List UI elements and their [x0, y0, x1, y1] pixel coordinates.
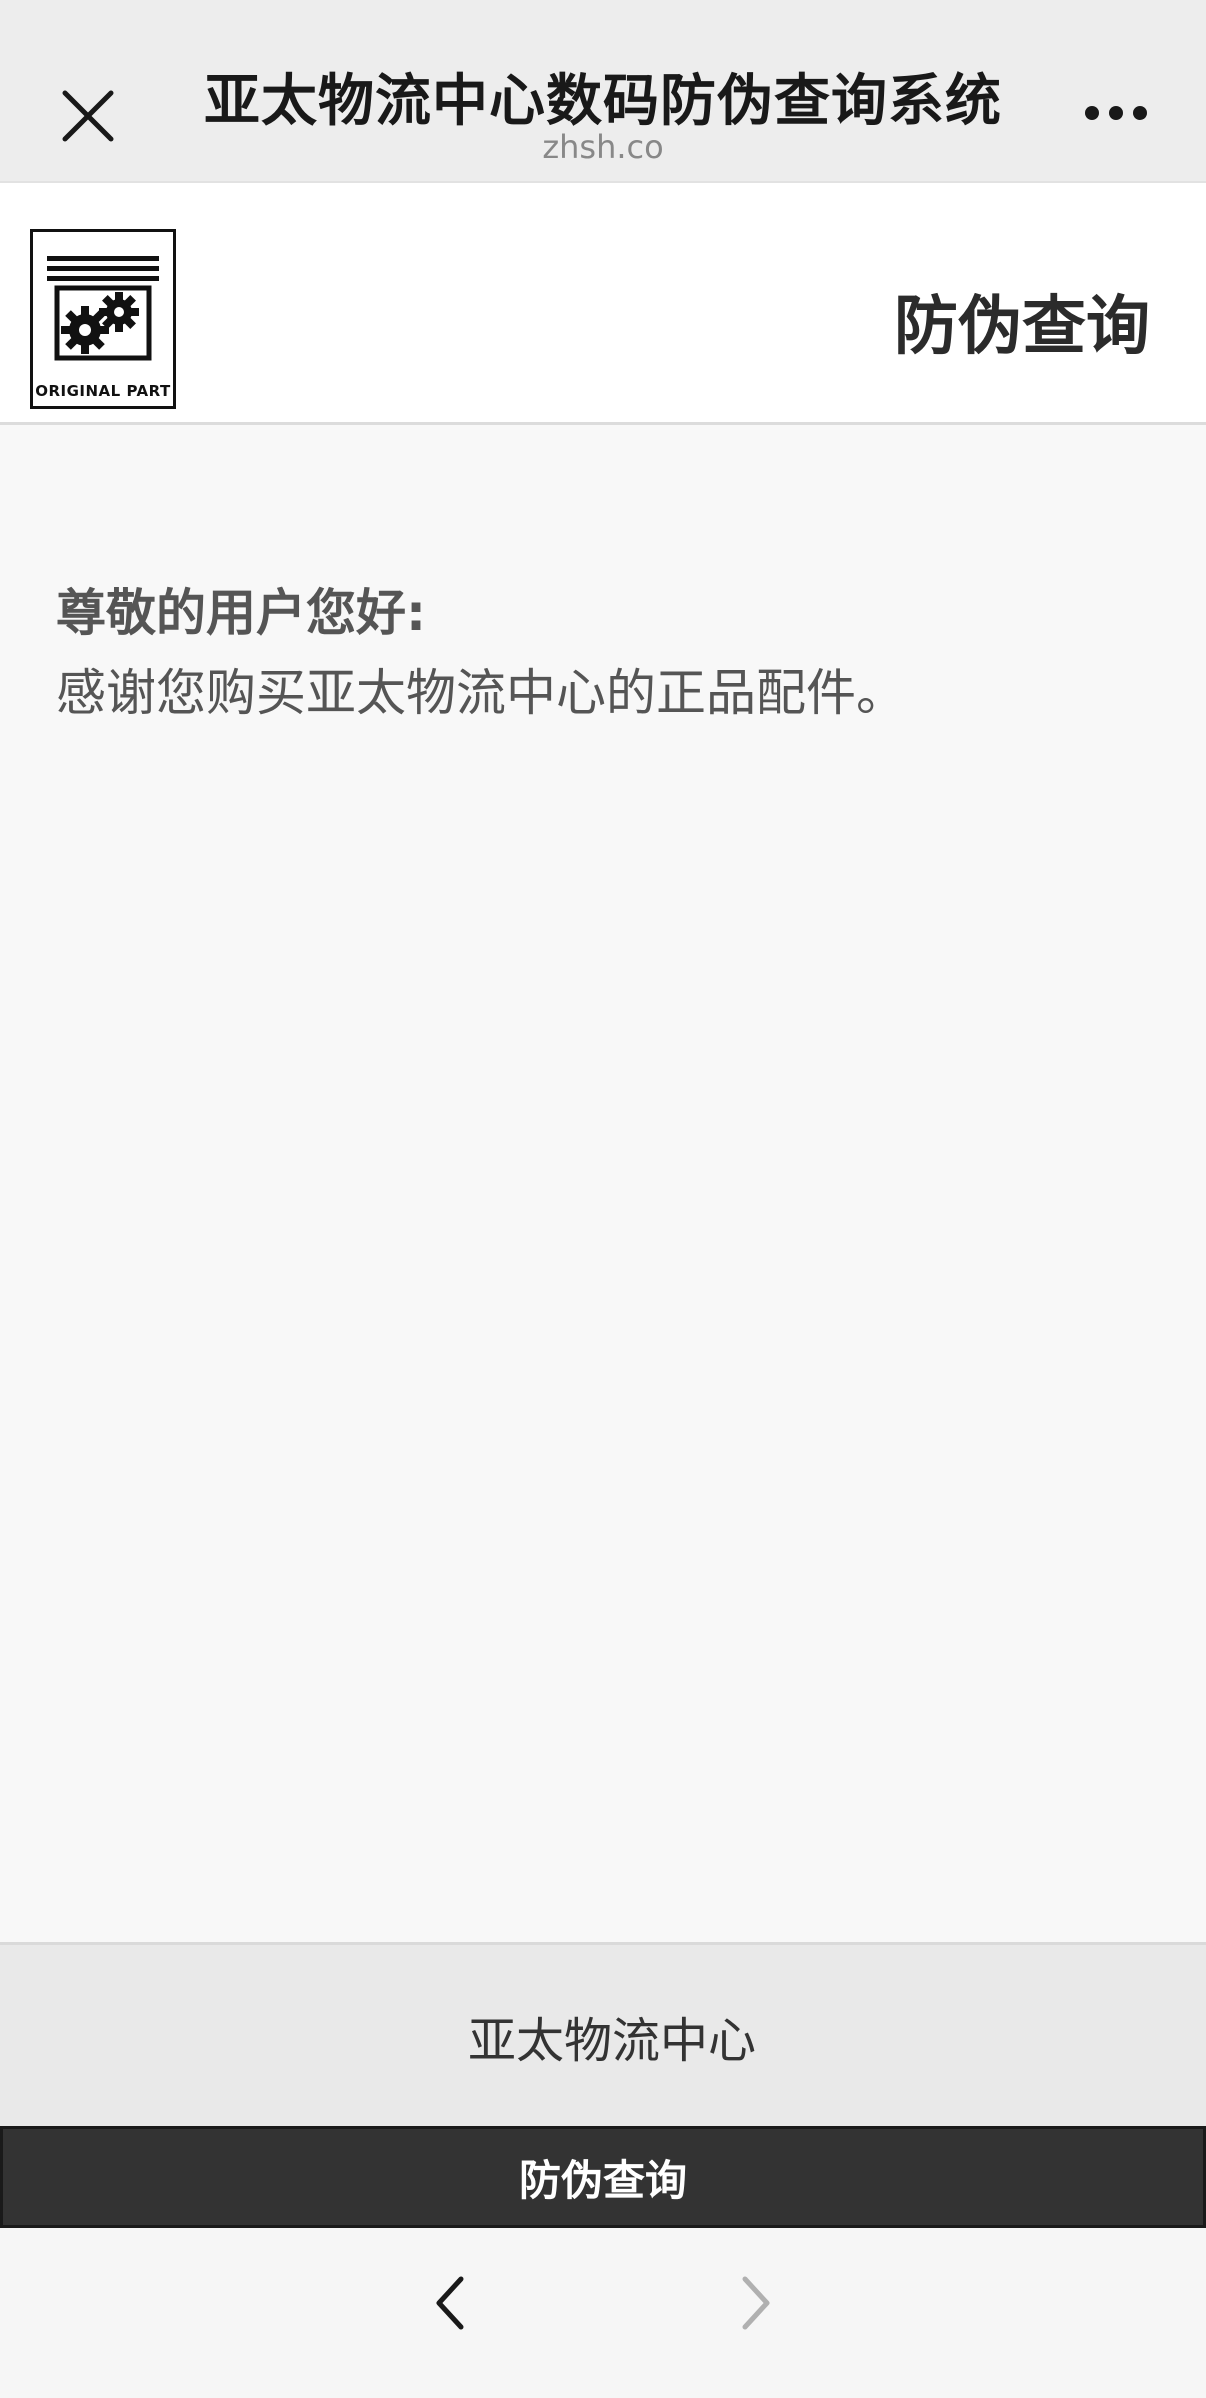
more-options-button[interactable]: [1076, 88, 1156, 138]
forward-button[interactable]: [726, 2268, 786, 2338]
more-dots-icon: [1085, 106, 1099, 120]
logo-text: ORIGINAL PART: [35, 382, 171, 400]
close-icon: [62, 90, 114, 142]
query-button-label: 防伪查询: [518, 2155, 687, 2205]
main-content: 尊敬的用户您好: 感谢您购买亚太物流中心的正品配件。: [0, 425, 1206, 1942]
browser-nav-bar: [0, 2228, 1206, 2398]
chevron-left-icon: [436, 2276, 464, 2330]
browser-top-bar: 亚太物流中心数码防伪查询系统 zhsh.co: [0, 0, 1206, 183]
more-dots-icon: [1109, 106, 1123, 120]
original-part-logo: ORIGINAL PART: [30, 229, 176, 409]
more-dots-icon: [1133, 106, 1147, 120]
footer-brand: 亚太物流中心: [0, 1942, 1206, 2126]
close-button[interactable]: [50, 78, 126, 154]
thanks-text: 感谢您购买亚太物流中心的正品配件。: [56, 664, 906, 722]
page-title: 亚太物流中心数码防伪查询系统: [204, 69, 1002, 134]
gears-icon: [47, 256, 159, 361]
greeting-text: 尊敬的用户您好:: [56, 584, 426, 642]
chevron-right-icon: [742, 2276, 770, 2330]
footer-brand-label: 亚太物流中心: [467, 2012, 756, 2069]
back-button[interactable]: [420, 2268, 480, 2338]
site-header: ORIGINAL PART 防伪查询: [0, 183, 1206, 425]
page-domain: zhsh.co: [542, 128, 664, 166]
anti-counterfeit-query-button[interactable]: 防伪查询: [0, 2126, 1206, 2228]
section-heading: 防伪查询: [894, 290, 1150, 364]
